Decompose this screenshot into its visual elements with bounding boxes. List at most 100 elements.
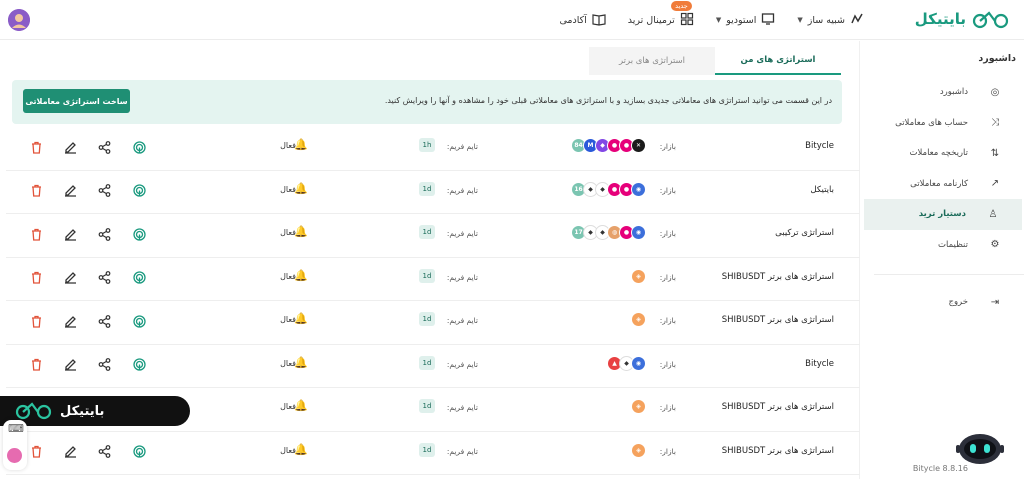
- user-avatar[interactable]: [8, 9, 30, 31]
- tab-top-strategies[interactable]: استراتژی های برتر: [589, 47, 715, 75]
- bell-icon[interactable]: 🔔: [294, 269, 308, 282]
- strategy-name: استراتژی های برتر SHIBUSDT: [721, 271, 834, 282]
- coin-icon: ◈: [631, 312, 646, 327]
- share-icon[interactable]: [96, 357, 112, 373]
- logout-icon: ⇥: [990, 296, 1000, 308]
- broadcast-icon[interactable]: [131, 313, 147, 329]
- strategy-row[interactable]: استراتژی های برتر SHIBUSDT بازار: ◈ تایم فر…: [6, 301, 860, 345]
- sidebar-item-trade-assistant[interactable]: ♙ دستیار ترید: [864, 199, 1022, 230]
- bell-icon[interactable]: 🔔: [294, 182, 308, 195]
- sidebar: داشبورد ◎ داشبورد ⤨ حساب های معاملاتی ⇅ …: [864, 41, 1024, 479]
- share-icon[interactable]: [96, 139, 112, 155]
- share-icon[interactable]: [96, 226, 112, 242]
- strategy-row[interactable]: Bitycle بازار: ✕ ● ● ◆ M 84 تایم فریم: 1h فعال 🔔: [6, 127, 860, 171]
- share-icon[interactable]: [96, 183, 112, 199]
- sidebar-item-history[interactable]: ⇅ تاریخچه معاملات: [864, 138, 1024, 169]
- app-version: Bitycle 8.8.16: [912, 464, 968, 473]
- timeframe-label: تایم فریم:: [446, 272, 478, 282]
- edit-icon[interactable]: [62, 313, 78, 329]
- strategy-name: استراتژی های برتر SHIBUSDT: [721, 445, 834, 456]
- share-icon[interactable]: [96, 444, 112, 460]
- broadcast-icon[interactable]: [131, 226, 147, 242]
- grid-icon: [680, 12, 694, 29]
- strategy-name: استراتژی های برتر SHIBUSDT: [721, 402, 834, 412]
- edit-icon[interactable]: [62, 139, 78, 155]
- delete-icon[interactable]: [28, 139, 44, 155]
- bell-icon[interactable]: 🔔: [294, 225, 308, 238]
- bell-icon[interactable]: 🔔: [294, 138, 308, 151]
- floating-tools: ⌨: [3, 420, 27, 470]
- timeframe-label: تایم فریم:: [446, 403, 478, 412]
- market-label: بازار:: [659, 316, 676, 325]
- bell-icon[interactable]: 🔔: [294, 356, 308, 369]
- market-coins: ◉ ◆ ▲: [607, 355, 646, 371]
- chevron-down-icon: ▼: [797, 16, 803, 24]
- sidebar-item-settings[interactable]: ⚙ تنظیمات: [864, 230, 1024, 261]
- nav-simulator[interactable]: شبیه ساز ▼: [797, 12, 864, 29]
- coin-icon: ◉: [631, 225, 646, 240]
- sidebar-item-logout[interactable]: ⇥ خروج: [864, 287, 1024, 318]
- sidebar-title: داشبورد: [978, 53, 1016, 64]
- broadcast-icon[interactable]: [131, 357, 147, 373]
- strategy-row[interactable]: استراتژی های برتر SHIBUSDT بازار: ◈ تایم فر…: [6, 432, 860, 475]
- info-banner: در این قسمت می توانید استراتژی های معامل…: [12, 80, 842, 124]
- bell-icon[interactable]: 🔔: [294, 443, 308, 456]
- strategy-row[interactable]: بایتیکل بازار: ◉ ● ● ◆ ◆ 16 تایم فریم: 1d فعال 🔔: [6, 171, 860, 214]
- market-coins: ◈: [631, 442, 646, 458]
- strategy-name: Bitycle: [805, 141, 834, 151]
- edit-icon[interactable]: [62, 357, 78, 373]
- market-label: بازار:: [659, 272, 676, 282]
- brand-logo[interactable]: بایتیکل: [915, 9, 1010, 29]
- logo-text: بایتیکل: [914, 10, 966, 28]
- strategy-name: بایتیکل: [810, 184, 834, 195]
- new-badge: جدید: [671, 0, 692, 11]
- sidebar-item-accounts[interactable]: ⤨ حساب های معاملاتی: [864, 108, 1024, 139]
- edit-icon[interactable]: [62, 270, 78, 286]
- delete-icon[interactable]: [28, 183, 44, 199]
- floating-brand-banner[interactable]: بایتیکل: [0, 396, 190, 426]
- logo-bike-icon: [15, 402, 52, 420]
- delete-icon[interactable]: [28, 357, 44, 373]
- broadcast-icon[interactable]: [131, 270, 147, 286]
- nav-trade-terminal[interactable]: ترمینال ترید جدید: [628, 0, 694, 29]
- floating-brand-text: بایتیکل: [60, 403, 105, 419]
- strategy-row[interactable]: استراتژی های برتر SHIBUSDT بازار: ◈ تایم فر…: [6, 258, 860, 301]
- translate-icon[interactable]: ⌨: [8, 422, 24, 435]
- broadcast-icon[interactable]: [131, 444, 147, 460]
- brain-icon[interactable]: [7, 448, 22, 463]
- create-strategy-button[interactable]: ساخت استراتژی معاملاتی: [23, 89, 130, 113]
- market-label: بازار:: [659, 229, 676, 238]
- delete-icon[interactable]: [28, 226, 44, 242]
- dashboard-icon: ◎: [990, 86, 1000, 98]
- accounts-icon: ⤨: [991, 117, 999, 129]
- support-robot-icon[interactable]: [956, 429, 1004, 465]
- timeframe-badge: 1d: [419, 355, 435, 370]
- sidebar-item-report[interactable]: ↗ کارنامه معاملاتی: [864, 169, 1024, 200]
- bell-icon[interactable]: 🔔: [294, 312, 308, 325]
- share-icon[interactable]: [96, 270, 112, 286]
- broadcast-icon[interactable]: [131, 139, 147, 155]
- market-coins: ◈: [631, 268, 646, 284]
- timeframe-label: تایم فریم:: [446, 142, 478, 151]
- timeframe-badge: 1d: [419, 312, 435, 326]
- market-coins: ✕ ● ● ◆ M 84: [571, 138, 646, 153]
- tab-my-strategies[interactable]: استراتژی های من: [715, 47, 841, 75]
- share-icon[interactable]: [96, 313, 112, 329]
- strategy-row[interactable]: استراتژی ترکیبی بازار: ◉ ● ◍ ◆ ◆ 17 تایم فریم: 1d…: [6, 214, 860, 258]
- edit-icon[interactable]: [62, 183, 78, 199]
- delete-icon[interactable]: [28, 270, 44, 286]
- edit-icon[interactable]: [62, 444, 78, 460]
- info-text: در این قسمت می توانید استراتژی های معامل…: [384, 96, 832, 105]
- timeframe-badge: 1d: [419, 268, 435, 283]
- edit-icon[interactable]: [62, 226, 78, 242]
- delete-icon[interactable]: [28, 313, 44, 329]
- strategy-row[interactable]: Bitycle بازار: ◉ ◆ ▲ تایم فریم: 1d فعال 🔔: [6, 345, 860, 388]
- nav-studio[interactable]: استودیو ▼: [716, 12, 776, 29]
- nav-academy[interactable]: آکادمی: [559, 12, 606, 29]
- delete-icon[interactable]: [28, 444, 44, 460]
- market-label: بازار:: [659, 446, 676, 456]
- broadcast-icon[interactable]: [131, 183, 147, 199]
- sidebar-item-dashboard[interactable]: ◎ داشبورد: [864, 77, 1024, 108]
- book-icon: [592, 12, 606, 29]
- bell-icon[interactable]: 🔔: [294, 399, 308, 412]
